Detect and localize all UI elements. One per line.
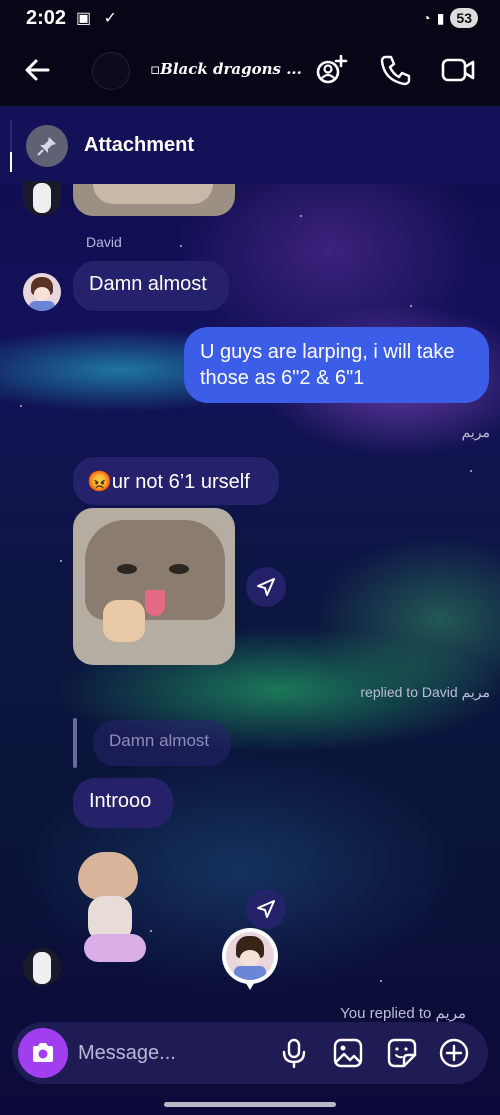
plus-circle-icon[interactable] <box>438 1037 470 1069</box>
add-people-icon[interactable] <box>314 52 350 88</box>
arrow-left-icon[interactable] <box>18 50 58 90</box>
quoted-message[interactable]: Damn almost <box>93 720 231 766</box>
avatar-figure <box>33 183 51 213</box>
message-bubble-incoming[interactable]: Damn almost <box>73 261 229 311</box>
chat-header: ▫Black dragons ... <box>0 36 500 106</box>
phone-icon[interactable] <box>378 52 414 88</box>
notification-icons: ▣ ✓ <box>76 10 121 27</box>
pin-scroll-indicator <box>10 152 12 172</box>
paper-plane-icon[interactable] <box>246 567 286 607</box>
chat-title[interactable]: ▫Black dragons ... <box>150 60 302 78</box>
message-bubble-outgoing[interactable]: U guys are larping, i will take those as… <box>184 327 489 403</box>
cat-eye <box>169 564 189 574</box>
star-decoration <box>60 560 62 562</box>
star-decoration <box>20 405 22 407</box>
star-decoration <box>300 215 302 217</box>
avatar[interactable] <box>23 948 61 986</box>
star-decoration <box>150 930 152 932</box>
avatar-face <box>34 287 50 301</box>
paper-plane-icon[interactable] <box>246 889 286 929</box>
sticker-dress <box>84 934 146 962</box>
status-right: ◔ ▮ 53 <box>422 8 478 28</box>
pinned-label: Attachment <box>84 134 195 156</box>
angry-emoji: 😡 <box>87 471 112 493</box>
home-indicator[interactable] <box>164 1102 336 1107</box>
message-bubble-incoming[interactable]: Introoo <box>73 778 173 828</box>
read-receipt-photo <box>226 932 274 980</box>
message-bubble-incoming[interactable]: 😡ur not 6’1 urself <box>73 457 279 505</box>
status-bar: 2:02 ▣ ✓ ◔ ▮ 53 <box>0 0 500 36</box>
reply-quote-bar <box>73 718 77 768</box>
seen-by-label: مريم <box>461 424 490 440</box>
message-composer <box>12 1022 488 1084</box>
cat-tongue <box>145 590 165 616</box>
message-input[interactable] <box>78 1036 268 1070</box>
cat-sticker[interactable] <box>78 852 148 962</box>
message-text: ur not 6’1 urself <box>111 471 250 493</box>
microphone-icon[interactable] <box>278 1037 310 1069</box>
read-receipt-pointer <box>244 980 256 990</box>
camera-icon[interactable] <box>18 1028 68 1078</box>
avatar-face <box>240 950 260 966</box>
read-receipt-avatar <box>222 928 278 990</box>
reply-context-label: replied to David مريم <box>360 684 490 700</box>
group-avatar[interactable] <box>92 52 130 90</box>
pinned-message-bar[interactable]: Attachment <box>0 106 500 184</box>
star-decoration <box>410 305 412 307</box>
shared-photo[interactable] <box>73 184 235 216</box>
photo-content <box>93 184 213 204</box>
wifi-icon: ◔ <box>422 10 431 26</box>
image-icon[interactable] <box>332 1037 364 1069</box>
title-glyph: ▫ <box>150 60 161 78</box>
avatar-figure <box>33 952 51 984</box>
signal-icon: ▮ <box>436 9 445 26</box>
star-decoration <box>380 980 382 982</box>
star-decoration <box>470 470 472 472</box>
chat-title-text: Black dragons ... <box>160 60 302 78</box>
avatar-body <box>234 966 266 980</box>
status-time: 2:02 <box>26 6 67 29</box>
avatar-body <box>29 301 55 311</box>
video-camera-icon[interactable] <box>440 52 476 88</box>
battery-indicator: 53 <box>450 8 478 28</box>
reply-context-label: You replied to مريم <box>340 1005 466 1022</box>
avatar-david[interactable] <box>23 273 61 311</box>
thumbs-up-hand <box>103 600 145 642</box>
sender-name: David <box>86 234 122 250</box>
sticker-icon[interactable] <box>386 1037 418 1069</box>
sticker-head <box>78 852 138 900</box>
avatar[interactable] <box>23 181 61 216</box>
pin-icon <box>26 125 68 167</box>
star-decoration <box>180 245 182 247</box>
shared-photo[interactable] <box>73 508 235 665</box>
cat-eye <box>117 564 137 574</box>
